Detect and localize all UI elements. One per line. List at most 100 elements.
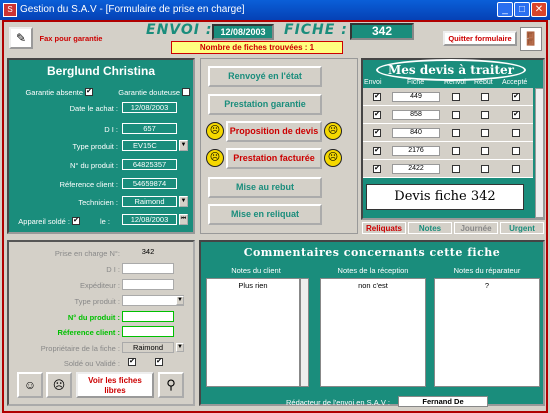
notes-reparateur-text[interactable]: ? (434, 278, 540, 387)
prestation-garantie-button[interactable]: Prestation garantie (208, 94, 322, 115)
devis-renvoi-checkbox[interactable] (452, 111, 460, 119)
devis-row[interactable] (363, 143, 533, 160)
client-name: Berglund Christina (46, 64, 155, 78)
smiley-sad-icon[interactable]: ☹ (46, 372, 72, 398)
devis-accepte-checkbox[interactable]: ✔ (512, 93, 520, 101)
minimize-button[interactable]: _ (497, 2, 513, 17)
devis-rebut-checkbox[interactable] (481, 129, 489, 137)
maximize-button[interactable]: □ (514, 2, 530, 17)
fiche-label: FICHE : (284, 22, 348, 38)
binoculars-icon[interactable]: ⚲ (158, 372, 184, 398)
fax-label[interactable]: Fax pour garantie (34, 34, 108, 48)
devis-row[interactable] (363, 161, 533, 178)
type-produit-select[interactable]: EV15C (122, 140, 177, 151)
proprietaire-chevron-down-icon[interactable]: ▼ (176, 343, 184, 352)
devis-scrollbar[interactable] (535, 88, 544, 218)
garantie-douteuse-label: Garantie douteuse (118, 88, 180, 97)
renvoye-etat-button[interactable]: Renvoyé en l'état (208, 66, 322, 87)
type-produit-chevron-down-icon[interactable]: ▼ (179, 140, 188, 151)
mise-reliquat-button[interactable]: Mise en reliquat (208, 204, 322, 225)
fiche-count: Nombre de fiches trouvées : 1 (171, 41, 343, 54)
date-achat-label: Date le achat : (69, 104, 118, 113)
prise-type-select[interactable] (122, 295, 184, 306)
smiley-happy-icon[interactable]: ☺ (17, 372, 43, 398)
voir-fiches-libres-button[interactable]: Voir les fiches libres (76, 372, 154, 398)
num-produit-label: N° du produit : (69, 161, 118, 170)
devis-rebut-checkbox[interactable] (481, 165, 489, 173)
di-label: D I : (104, 125, 118, 134)
last-record-icon[interactable]: ⏮ (179, 214, 188, 225)
redacteur-field[interactable]: Fernand De (398, 396, 488, 407)
notes-reception-label: Notes de la réception (337, 266, 409, 275)
devis-accepte-checkbox[interactable]: ✔ (512, 111, 520, 119)
prise-di-label: D I : (106, 265, 120, 274)
solde-label: Appareil soldé : (18, 217, 70, 226)
notes-reception-text[interactable]: non c'est (320, 278, 426, 387)
proprietaire-select[interactable]: Raimond (122, 342, 174, 353)
devis-renvoi-checkbox[interactable] (452, 129, 460, 137)
tab-urgent[interactable]: Urgent (500, 222, 544, 234)
devis-fiche-number: 858 (392, 110, 440, 120)
tab-reliquats[interactable]: Reliquats (362, 222, 406, 234)
window-title: Gestion du S.A.V - [Formulaire de prise … (20, 4, 245, 15)
num-produit-field[interactable]: 64825357 (122, 159, 177, 170)
devis-fiche-number: 449 (392, 92, 440, 102)
devis-rebut-checkbox[interactable] (481, 111, 489, 119)
smiley-left-icon: ☹ (206, 149, 224, 167)
expediteur-field[interactable] (122, 279, 174, 290)
devis-renvoi-checkbox[interactable] (452, 93, 460, 101)
valide-checkbox[interactable]: ✔ (155, 358, 163, 366)
devis-accepte-checkbox[interactable] (512, 129, 520, 137)
devis-rebut-checkbox[interactable] (481, 147, 489, 155)
garantie-douteuse-checkbox[interactable] (182, 88, 190, 96)
prise-ref-field[interactable] (122, 326, 174, 337)
technicien-select[interactable]: Raimond (122, 196, 177, 207)
solde-checkbox[interactable]: ✔ (72, 217, 80, 225)
devis-envoi-checkbox[interactable]: ✔ (373, 129, 381, 137)
prise-di-field[interactable] (122, 263, 174, 274)
devis-renvoi-checkbox[interactable] (452, 165, 460, 173)
solde-checkbox[interactable]: ✔ (128, 358, 136, 366)
proprietaire-label: Propriétaire de la fiche : (40, 344, 120, 353)
devis-row[interactable] (363, 125, 533, 142)
quit-button[interactable]: Quitter formulaire (443, 31, 517, 46)
technicien-chevron-down-icon[interactable]: ▼ (179, 196, 188, 207)
devis-envoi-checkbox[interactable]: ✔ (373, 165, 381, 173)
prise-type-chevron-down-icon[interactable]: ▼ (176, 296, 184, 305)
col-renvoi: Renvoi (444, 79, 466, 86)
smiley-right-icon: ☹ (324, 149, 342, 167)
devis-row[interactable] (363, 107, 533, 124)
prestation-facturee-button[interactable]: Prestation facturée (226, 148, 322, 169)
devis-envoi-checkbox[interactable]: ✔ (373, 93, 381, 101)
envoi-label: ENVOI : (146, 22, 213, 38)
di-field[interactable]: 657 (122, 123, 177, 134)
devis-rebut-checkbox[interactable] (481, 93, 489, 101)
devis-renvoi-checkbox[interactable] (452, 147, 460, 155)
garantie-absente-checkbox[interactable]: ✔ (85, 88, 93, 96)
devis-envoi-checkbox[interactable]: ✔ (373, 111, 381, 119)
solde-date-field[interactable]: 12/08/2003 (122, 214, 177, 225)
app-icon: S (3, 3, 17, 17)
col-accepte: Accepté (502, 79, 528, 86)
date-achat-field[interactable]: 12/08/2003 (122, 102, 177, 113)
mise-rebut-button[interactable]: Mise au rebut (208, 177, 322, 198)
devis-envoi-checkbox[interactable]: ✔ (373, 147, 381, 155)
tab-journee[interactable]: Journée (454, 222, 498, 234)
prise-type-label: Type produit : (74, 297, 120, 306)
notes-client-scrollbar[interactable] (300, 278, 309, 387)
devis-accepte-checkbox[interactable] (512, 165, 520, 173)
prise-value: 342 (122, 247, 174, 258)
comments-title: Commentaires concernants cette fiche (243, 246, 501, 259)
col-fiche: Fiche (407, 79, 425, 86)
ref-client-field[interactable]: 54659874 (122, 178, 177, 189)
close-button[interactable]: ✕ (531, 2, 547, 17)
tab-notes[interactable]: Notes (408, 222, 452, 234)
exit-door-icon[interactable]: 🚪 (520, 27, 542, 51)
devis-fiche-number: 2422 (392, 164, 440, 174)
devis-accepte-checkbox[interactable] (512, 147, 520, 155)
devis-row[interactable] (363, 89, 533, 106)
notes-client-text[interactable]: Plus rien (206, 278, 300, 387)
prise-num-field[interactable] (122, 311, 174, 322)
proposition-devis-button[interactable]: Proposition de devis (226, 121, 322, 142)
fax-icon[interactable]: ✎ (9, 27, 33, 49)
